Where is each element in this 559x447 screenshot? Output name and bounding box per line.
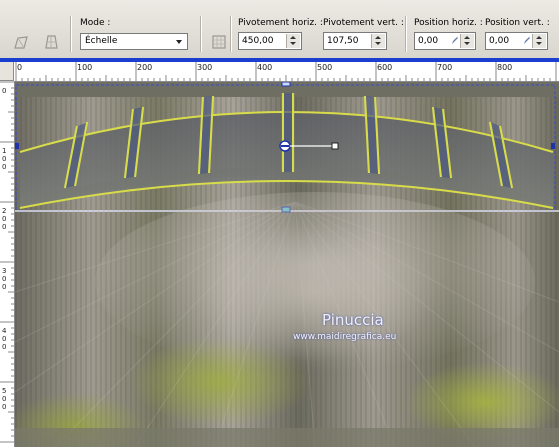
pos-v-value: 0,00 <box>489 36 510 46</box>
pencil-icon <box>452 37 458 44</box>
ruler-label: 0 <box>17 63 23 72</box>
ruler-label: 400 <box>257 63 273 72</box>
pos-h-value: 0,00 <box>418 36 439 46</box>
bottom-strip <box>15 428 559 447</box>
ruler-label: 600 <box>377 63 393 72</box>
ruler-label: 0 <box>2 275 6 283</box>
pivot-v-stepper[interactable] <box>371 34 385 48</box>
ruler-label: 100 <box>77 63 93 72</box>
ruler-label: 500 <box>317 63 333 72</box>
ruler-label: 0 <box>2 87 6 95</box>
toolbar-separator <box>405 16 407 52</box>
ruler-label: 800 <box>497 63 513 72</box>
chevron-down-icon <box>176 40 182 44</box>
tool-options-bar: Mode : Échelle Pivotement horiz. : 450,0… <box>0 0 559 59</box>
toolbar-separator <box>230 16 232 52</box>
ruler-label: 4 <box>2 327 7 335</box>
ruler-label: 0 <box>2 395 6 403</box>
mode-select[interactable]: Échelle <box>80 33 188 50</box>
ruler-label: 0 <box>2 223 6 231</box>
horizontal-ruler[interactable]: 0 100 200 300 400 500 600 700 800 <box>14 62 559 82</box>
grid-tool-icon[interactable] <box>210 33 228 51</box>
watermark-url: www.maidiregrafica.eu <box>293 332 397 342</box>
ruler-label: 700 <box>437 63 453 72</box>
ruler-label: 1 <box>2 147 6 155</box>
pos-v-input[interactable]: 0,00 <box>485 32 548 50</box>
watermark-name: Pinuccia <box>322 311 384 329</box>
ruler-label: 5 <box>2 387 6 395</box>
ruler-label: 2 <box>2 207 6 215</box>
pos-v-label: Position vert. : <box>485 18 550 28</box>
image-canvas[interactable]: Pinuccia www.maidiregrafica.eu <box>15 82 559 447</box>
pos-v-stepper[interactable] <box>532 34 546 48</box>
canvas-artwork <box>15 82 559 447</box>
perspective-tool-icon[interactable] <box>42 33 60 51</box>
pivot-v-input[interactable]: 107,50 <box>323 32 387 50</box>
pos-h-input[interactable]: 0,00 <box>414 32 476 50</box>
pencil-icon <box>524 37 530 44</box>
toolbar-separator <box>200 16 202 52</box>
pivot-h-label: Pivotement horiz. : <box>238 18 323 28</box>
vertical-ruler[interactable]: 0100200300400500 <box>0 81 15 447</box>
ruler-label: 200 <box>137 63 153 72</box>
toolbar-separator <box>70 16 72 52</box>
pivot-h-input[interactable]: 450,00 <box>238 32 302 50</box>
ruler-label: 0 <box>2 155 6 163</box>
pos-h-stepper[interactable] <box>460 34 474 48</box>
ruler-label: 0 <box>2 343 6 351</box>
mode-label: Mode : <box>80 18 111 28</box>
ruler-label: 0 <box>2 403 6 411</box>
ruler-label: 300 <box>197 63 213 72</box>
ruler-label: 0 <box>2 283 6 291</box>
ruler-label: 0 <box>2 215 6 223</box>
ruler-corner <box>0 62 14 81</box>
ruler-label: 0 <box>2 335 6 343</box>
pivot-h-value: 450,00 <box>242 36 274 46</box>
vertical-ruler-ticks: 0100200300400500 <box>0 81 14 443</box>
pivot-h-stepper[interactable] <box>286 34 300 48</box>
horizontal-ruler-ticks <box>15 62 557 81</box>
ruler-label: 0 <box>2 163 6 171</box>
pivot-v-label: Pivotement vert. : <box>323 18 404 28</box>
mode-select-value: Échelle <box>85 36 118 46</box>
deform-tool-icon[interactable] <box>12 34 30 52</box>
pivot-v-value: 107,50 <box>327 36 359 46</box>
ruler-label: 3 <box>2 267 6 275</box>
pos-h-label: Position horiz. : <box>414 18 483 28</box>
